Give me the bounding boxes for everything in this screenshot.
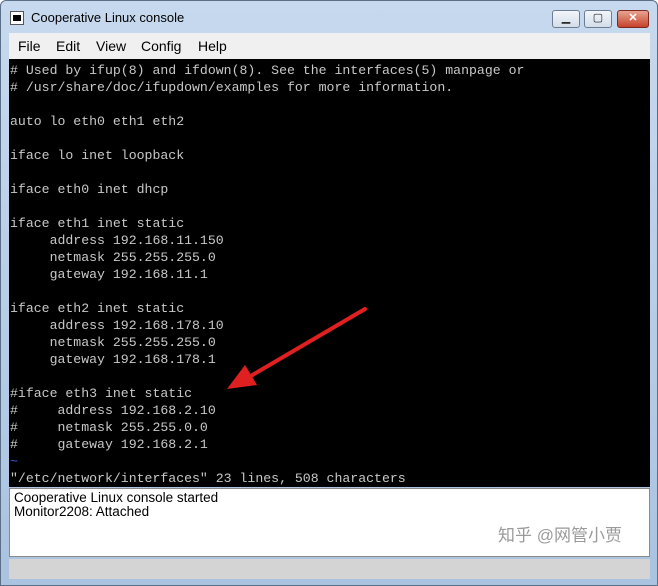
menu-edit[interactable]: Edit	[56, 38, 80, 54]
console-app-icon	[10, 11, 24, 25]
log-line: Monitor2208: Attached	[14, 504, 150, 519]
menu-bar: File Edit View Config Help	[9, 33, 650, 59]
title-bar[interactable]: Cooperative Linux console ▁ ▢ ✕	[1, 1, 657, 33]
maximize-button[interactable]: ▢	[584, 10, 612, 28]
red-arrow-annotation	[227, 307, 367, 389]
watermark: 知乎 @网管小贾	[498, 526, 622, 545]
menu-help[interactable]: Help	[198, 38, 227, 54]
menu-config[interactable]: Config	[141, 38, 181, 54]
terminal-screen[interactable]: # Used by ifup(8) and ifdown(8). See the…	[9, 59, 650, 487]
menu-file[interactable]: File	[18, 38, 41, 54]
log-line: Cooperative Linux console started	[14, 490, 219, 505]
minimize-button[interactable]: ▁	[552, 10, 580, 28]
close-button[interactable]: ✕	[617, 10, 649, 28]
window-title: Cooperative Linux console	[31, 10, 185, 25]
menu-view[interactable]: View	[96, 38, 126, 54]
status-bar	[9, 559, 650, 579]
console-window: Cooperative Linux console ▁ ▢ ✕ File Edi…	[0, 0, 658, 586]
